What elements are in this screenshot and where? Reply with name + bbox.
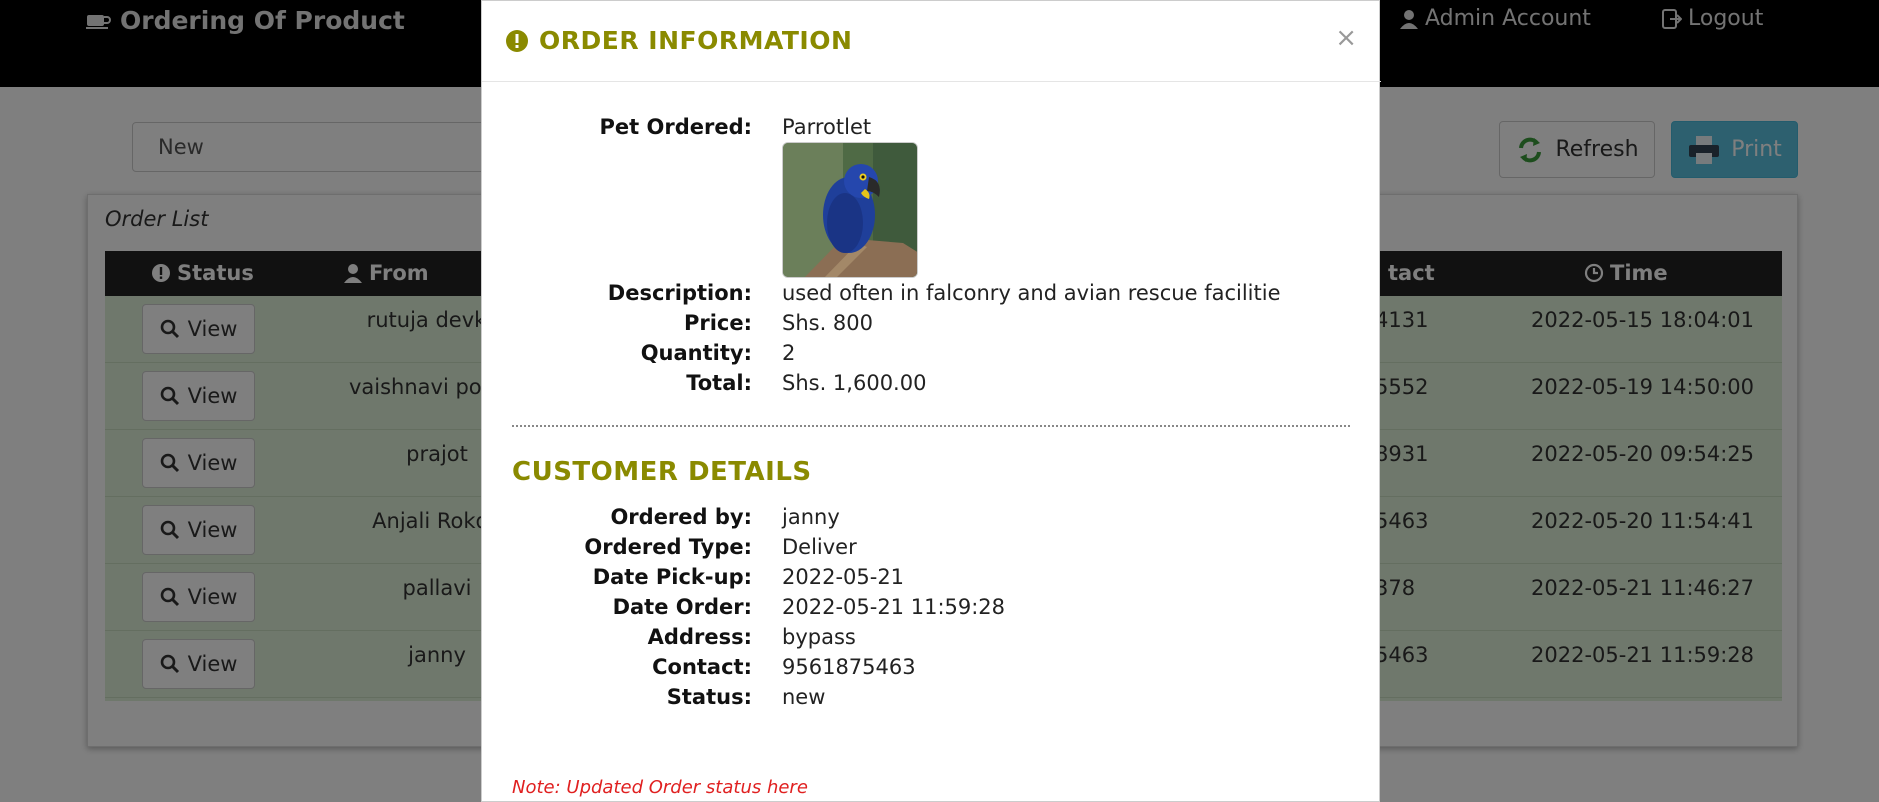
address-label: Address: (647, 625, 752, 649)
ordered-type-label: Ordered Type: (584, 535, 752, 559)
price-value: Shs. 800 (782, 311, 874, 335)
price-label: Price: (683, 311, 752, 335)
parrot-image (783, 143, 917, 277)
modal-title-label: ORDER INFORMATION (539, 26, 853, 55)
date-pickup-value: 2022-05-21 (782, 565, 905, 589)
description-value: used often in falconry and avian rescue … (782, 281, 1281, 305)
exclamation-circle-icon (506, 29, 528, 52)
order-information-modal: ORDER INFORMATION × Pet Ordered: Parrotl… (481, 0, 1381, 802)
contact-value: 9561875463 (782, 655, 916, 679)
ordered-by-label: Ordered by: (610, 505, 752, 529)
section-divider (512, 425, 1350, 427)
modal-title: ORDER INFORMATION (505, 26, 852, 55)
modal-header: ORDER INFORMATION × (482, 1, 1381, 82)
pet-ordered-value: Parrotlet (782, 115, 872, 139)
date-pickup-label: Date Pick-up: (592, 565, 752, 589)
date-order-label: Date Order: (612, 595, 752, 619)
date-order-value: 2022-05-21 11:59:28 (782, 595, 1006, 619)
quantity-label: Quantity: (640, 341, 752, 365)
status-update-note: Note: Updated Order status here (512, 777, 808, 798)
total-label: Total: (686, 371, 752, 395)
ordered-type-value: Deliver (782, 535, 857, 559)
pet-ordered-label: Pet Ordered: (599, 115, 753, 139)
status-label: Status: (666, 685, 752, 709)
status-value: new (782, 685, 826, 709)
pet-image (782, 142, 918, 278)
close-icon[interactable]: × (1335, 23, 1357, 53)
total-value: Shs. 1,600.00 (782, 371, 927, 395)
quantity-value: 2 (782, 341, 796, 365)
contact-label: Contact: (652, 655, 752, 679)
description-label: Description: (607, 281, 752, 305)
ordered-by-value: janny (782, 505, 840, 529)
address-value: bypass (782, 625, 856, 649)
customer-details-title: CUSTOMER DETAILS (512, 457, 812, 487)
